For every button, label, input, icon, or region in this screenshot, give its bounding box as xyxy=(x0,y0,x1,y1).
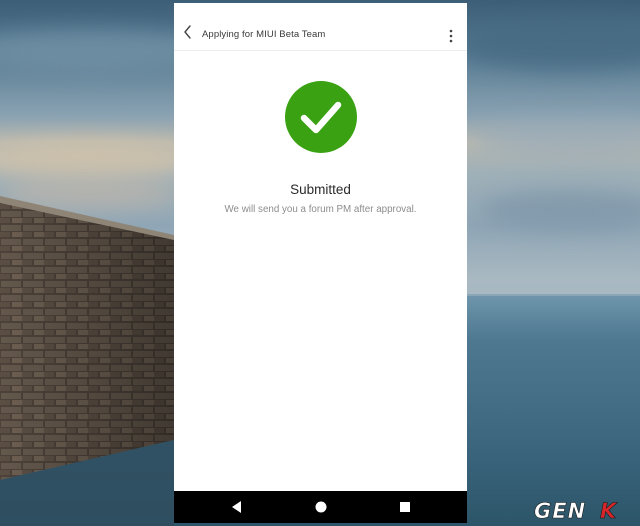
page-title: Applying for MIUI Beta Team xyxy=(202,29,326,40)
phone-screen: Applying for MIUI Beta Team Submitted We… xyxy=(174,3,467,523)
genk-watermark-logo: GEN K xyxy=(534,499,619,522)
svg-text:K: K xyxy=(600,499,618,522)
nav-home-button[interactable] xyxy=(313,499,329,515)
app-bar: Applying for MIUI Beta Team xyxy=(174,3,467,51)
chevron-left-icon xyxy=(184,25,191,39)
svg-text:GEN: GEN xyxy=(534,499,586,522)
status-message: We will send you a forum PM after approv… xyxy=(224,204,417,215)
overflow-menu-button[interactable] xyxy=(447,28,455,43)
system-nav-bar xyxy=(174,491,467,523)
nav-recents-icon xyxy=(400,502,410,512)
nav-recents-button[interactable] xyxy=(397,499,413,515)
more-vertical-icon xyxy=(449,29,453,43)
back-button[interactable] xyxy=(180,23,196,41)
check-circle-icon xyxy=(285,81,357,153)
status-headline: Submitted xyxy=(290,182,351,197)
nav-back-button[interactable] xyxy=(229,499,245,515)
nav-home-icon xyxy=(315,501,327,513)
nav-back-icon xyxy=(232,501,241,513)
